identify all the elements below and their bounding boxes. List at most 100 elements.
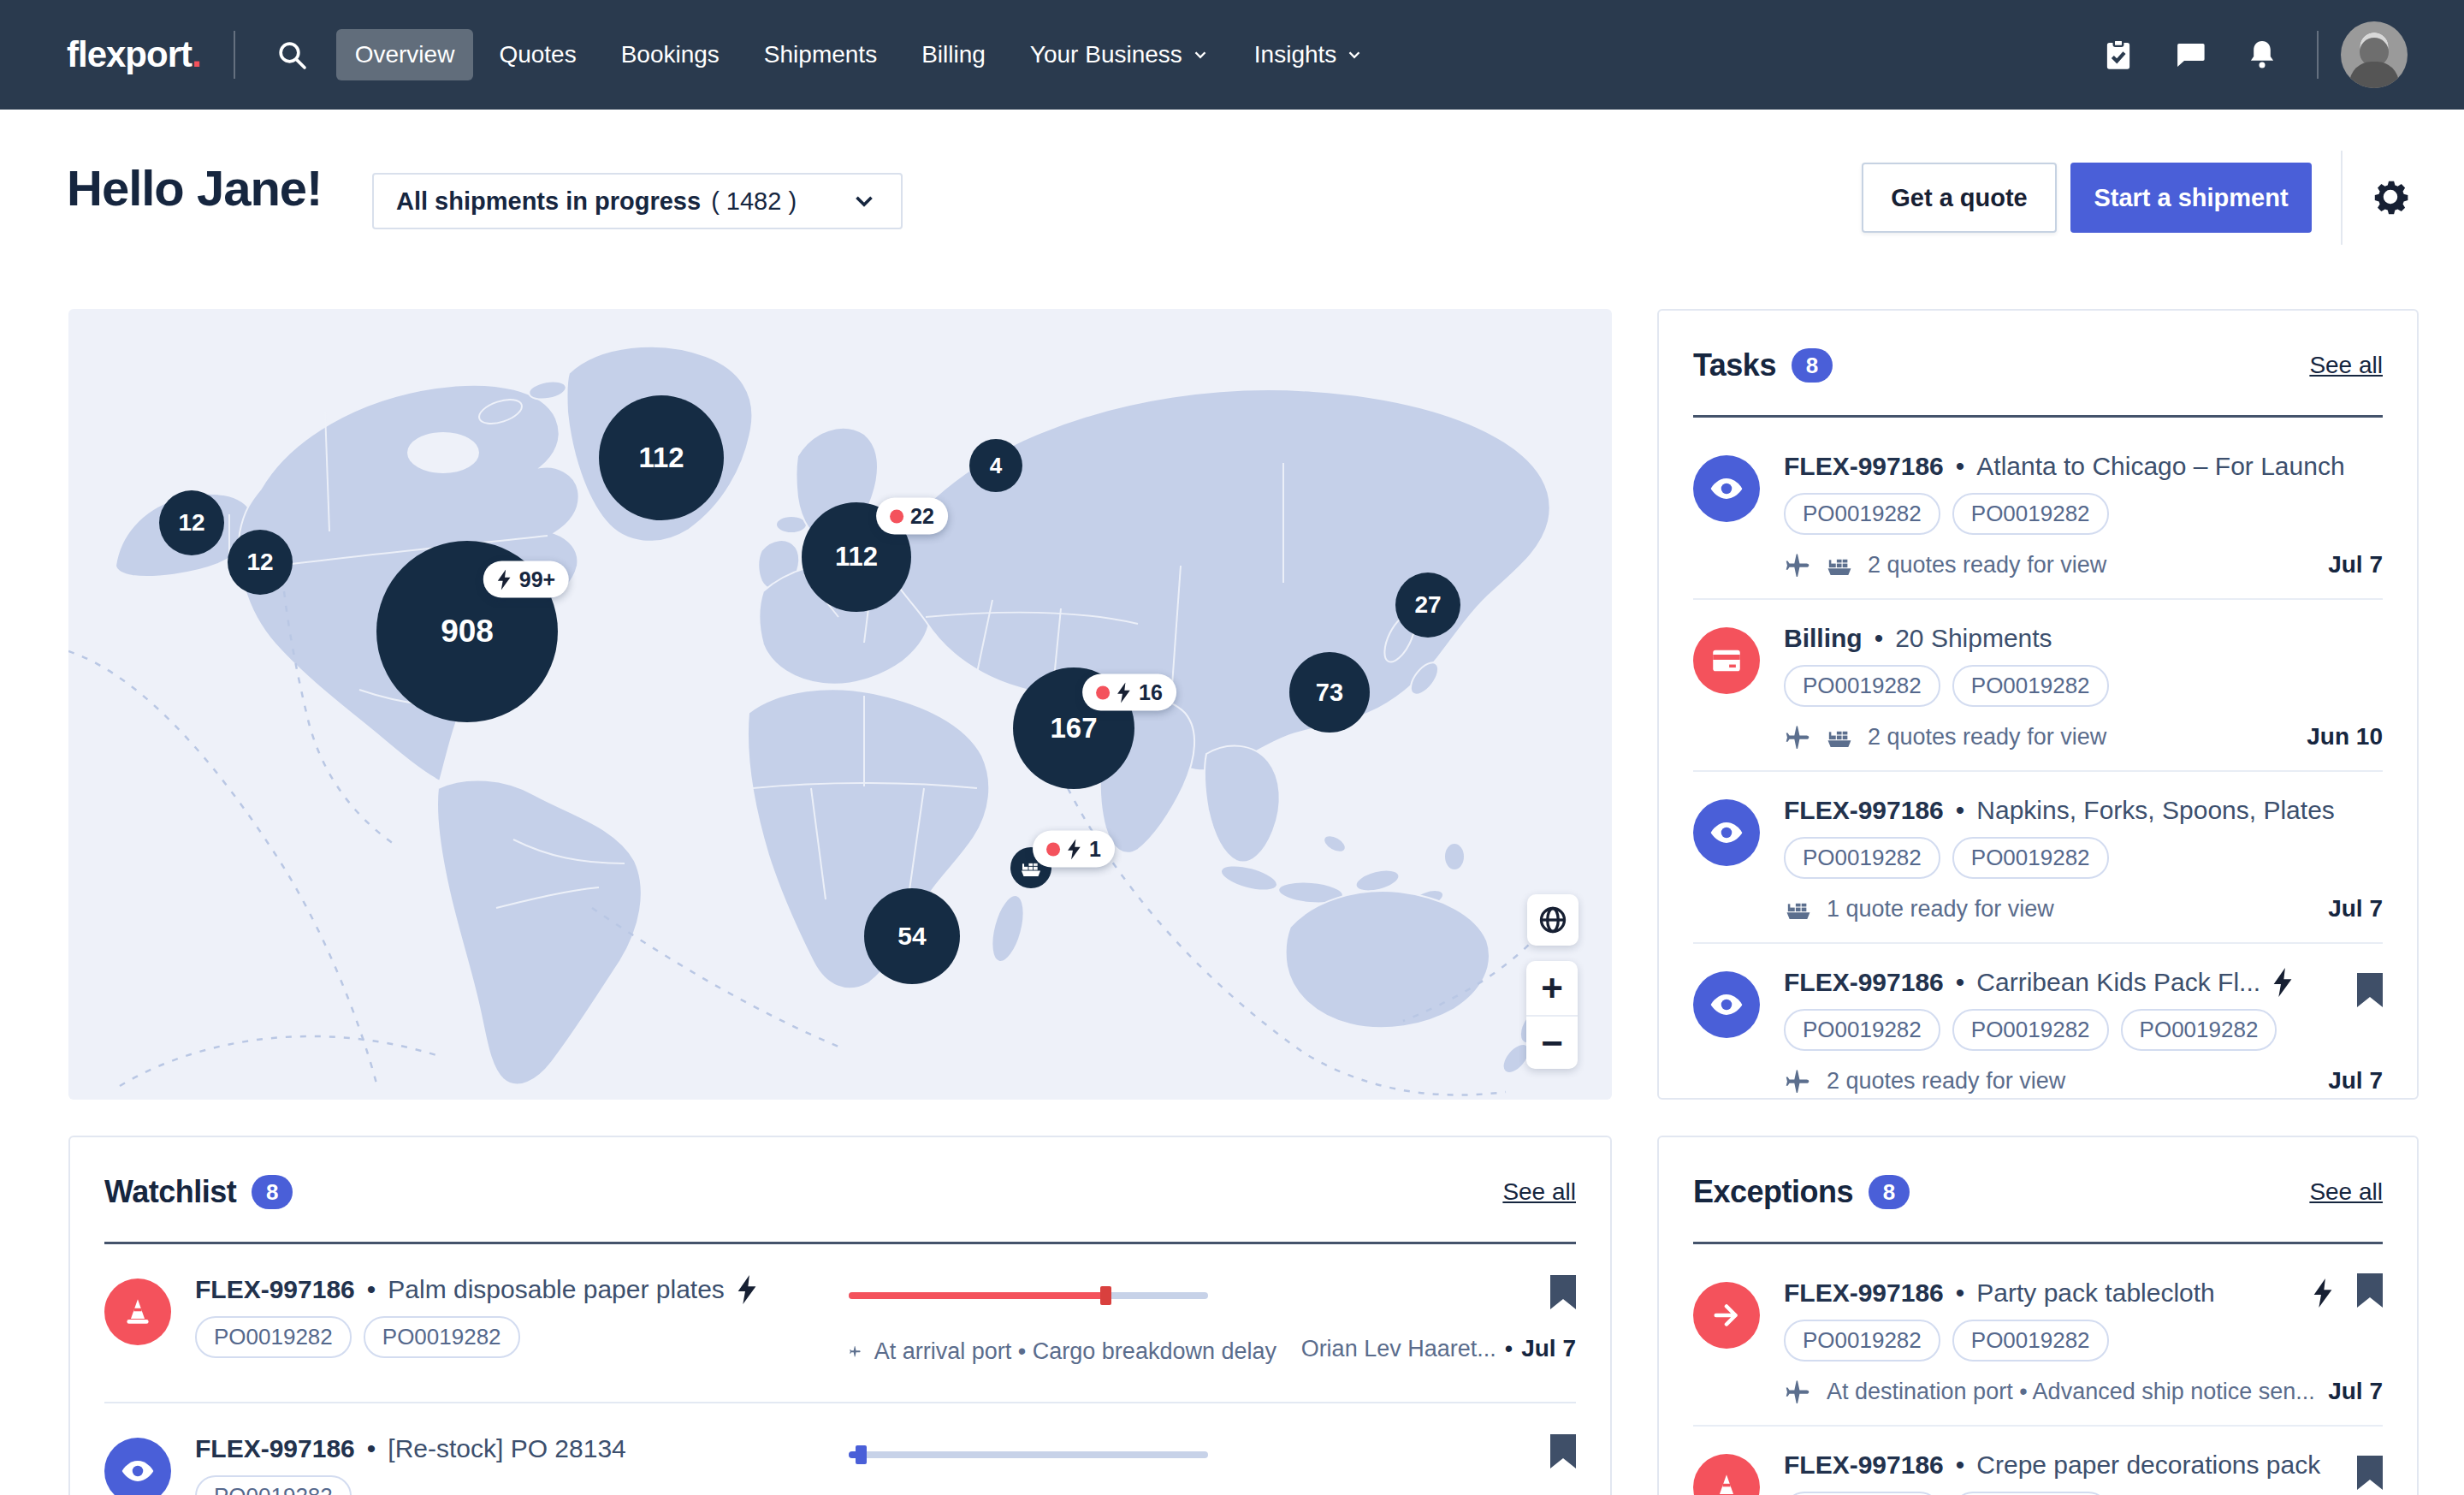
- po-chip[interactable]: PO0019282: [364, 1316, 520, 1358]
- bolt-icon: [1067, 839, 1082, 859]
- map-bubble[interactable]: 12: [228, 530, 293, 595]
- exception-row[interactable]: FLEX-997186•Party pack tablecloth PO0019…: [1693, 1244, 2383, 1427]
- exceptions-panel: Exceptions 8 See all FLEX-997186•Party p…: [1657, 1136, 2419, 1495]
- ship-icon: [1825, 550, 1854, 579]
- plane-icon: [1784, 550, 1813, 579]
- po-chip[interactable]: PO0019282: [1952, 665, 2109, 707]
- shipment-progress-bar: [849, 1451, 1208, 1458]
- nav-item-quotes[interactable]: Quotes: [480, 29, 595, 80]
- watchlist-panel: Watchlist 8 See all FLEX-997186•Palm dis…: [68, 1136, 1612, 1495]
- messages-icon[interactable]: [2159, 24, 2221, 86]
- watchlist-count-badge: 8: [252, 1175, 293, 1209]
- po-chip[interactable]: PO0019282: [1784, 493, 1940, 535]
- bolt-icon: [2313, 1278, 2335, 1308]
- zoom-out-button[interactable]: −: [1526, 1015, 1578, 1069]
- po-chip[interactable]: PO0019282: [2121, 1009, 2277, 1051]
- po-chip[interactable]: PO0019282: [1784, 1492, 1940, 1495]
- map-bubble[interactable]: 112: [599, 395, 724, 520]
- tasks-title: Tasks: [1693, 347, 1776, 383]
- notifications-bell-icon[interactable]: [2231, 24, 2293, 86]
- delay-cone-icon: [104, 1278, 171, 1345]
- watchlist-row[interactable]: FLEX-997186•[Re-stock] PO 28134 PO001928…: [104, 1403, 1576, 1495]
- world-map: [68, 309, 1612, 1100]
- plane-icon: [849, 1337, 862, 1366]
- watchlist-title: Watchlist: [104, 1174, 236, 1210]
- po-chip[interactable]: PO0019282: [1952, 493, 2109, 535]
- nav-divider: [234, 31, 235, 79]
- quote-eye-icon: [104, 1438, 171, 1495]
- task-row[interactable]: Billing•20 Shipments PO0019282 PO0019282…: [1693, 600, 2383, 772]
- nav-items: Overview Quotes Bookings Shipments Billi…: [336, 29, 1383, 80]
- task-row[interactable]: FLEX-997186•Napkins, Forks, Spoons, Plat…: [1693, 772, 2383, 944]
- start-a-shipment-button[interactable]: Start a shipment: [2070, 163, 2312, 233]
- po-chip[interactable]: PO0019282: [195, 1475, 352, 1495]
- task-row[interactable]: FLEX-997186•Atlanta to Chicago – For Lau…: [1693, 418, 2383, 600]
- user-avatar[interactable]: [2341, 21, 2408, 88]
- ship-icon: [1825, 722, 1854, 751]
- po-chip[interactable]: PO0019282: [1952, 1009, 2109, 1051]
- plane-icon: [1784, 1377, 1813, 1406]
- shipment-map[interactable]: 112 4 12 12 908 112 27 73 167 54 99+ 22 …: [68, 309, 1612, 1100]
- billing-card-icon: [1693, 627, 1760, 694]
- map-badge: 22: [876, 498, 948, 535]
- tasks-see-all-link[interactable]: See all: [2309, 352, 2383, 379]
- po-chip[interactable]: PO0019282: [1952, 1320, 2109, 1362]
- shipment-progress-bar: [849, 1292, 1208, 1299]
- po-chip[interactable]: PO0019282: [1784, 1320, 1940, 1362]
- watchlist-row[interactable]: FLEX-997186•Palm disposable paper plates…: [104, 1244, 1576, 1403]
- alert-dot: [890, 509, 903, 523]
- tasks-count-badge: 8: [1792, 348, 1833, 383]
- tasks-panel: Tasks 8 See all FLEX-997186•Atlanta to C…: [1657, 309, 2419, 1100]
- bolt-icon: [2272, 968, 2295, 997]
- nav-item-bookings[interactable]: Bookings: [602, 29, 738, 80]
- map-badge: 1: [1033, 831, 1115, 868]
- page-title: Hello Jane!: [67, 159, 322, 217]
- delay-cone-icon: [1693, 1454, 1760, 1495]
- nav-item-billing[interactable]: Billing: [903, 29, 1004, 80]
- nav-divider: [2317, 31, 2319, 79]
- chevron-down-icon: [850, 187, 879, 216]
- task-row[interactable]: FLEX-997186•Carribean Kids Pack Fl... PO…: [1693, 944, 2383, 1100]
- exceptions-title: Exceptions: [1693, 1174, 1853, 1210]
- map-bubble[interactable]: 4: [969, 439, 1022, 492]
- header-divider: [2341, 151, 2343, 245]
- plane-icon: [1784, 722, 1813, 751]
- nav-item-insights[interactable]: Insights: [1235, 29, 1383, 80]
- map-bubble[interactable]: 54: [864, 888, 960, 984]
- po-chip[interactable]: PO0019282: [1952, 1492, 2109, 1495]
- shipments-filter-dropdown[interactable]: All shipments in progress ( 1482 ): [372, 173, 903, 229]
- ship-icon: [1784, 894, 1813, 923]
- quote-eye-icon: [1693, 799, 1760, 866]
- plane-icon: [1784, 1066, 1813, 1095]
- po-chip[interactable]: PO0019282: [1952, 837, 2109, 879]
- po-chip[interactable]: PO0019282: [1784, 1009, 1940, 1051]
- get-a-quote-button[interactable]: Get a quote: [1862, 163, 2057, 233]
- top-navbar: flexport. Overview Quotes Bookings Shipm…: [0, 0, 2464, 110]
- map-bubble[interactable]: 27: [1395, 572, 1460, 638]
- exceptions-see-all-link[interactable]: See all: [2309, 1178, 2383, 1206]
- map-bubble[interactable]: 73: [1289, 652, 1370, 733]
- map-bubble[interactable]: 12: [159, 490, 224, 555]
- po-chip[interactable]: PO0019282: [1784, 837, 1940, 879]
- bolt-icon: [1116, 682, 1132, 703]
- bolt-icon: [737, 1275, 759, 1304]
- po-chip[interactable]: PO0019282: [1784, 665, 1940, 707]
- alert-dot: [1096, 685, 1110, 699]
- alert-dot: [1046, 842, 1060, 856]
- watchlist-see-all-link[interactable]: See all: [1502, 1178, 1576, 1206]
- zoom-in-button[interactable]: +: [1526, 961, 1578, 1015]
- map-badge: 99+: [483, 561, 569, 598]
- nav-item-shipments[interactable]: Shipments: [745, 29, 896, 80]
- map-badge: 16: [1082, 674, 1176, 711]
- search-icon[interactable]: [264, 27, 319, 82]
- bolt-icon: [497, 569, 512, 590]
- tasks-clipboard-icon[interactable]: [2088, 24, 2149, 86]
- quote-eye-icon: [1693, 971, 1760, 1038]
- po-chip[interactable]: PO0019282: [195, 1316, 352, 1358]
- map-globe-button[interactable]: [1527, 894, 1578, 946]
- exception-row[interactable]: FLEX-997186•Crepe paper decorations pack…: [1693, 1427, 2383, 1495]
- nav-item-overview[interactable]: Overview: [336, 29, 474, 80]
- nav-item-your-business[interactable]: Your Business: [1011, 29, 1229, 80]
- settings-gear-icon[interactable]: [2368, 175, 2413, 222]
- flexport-logo[interactable]: flexport.: [67, 34, 201, 75]
